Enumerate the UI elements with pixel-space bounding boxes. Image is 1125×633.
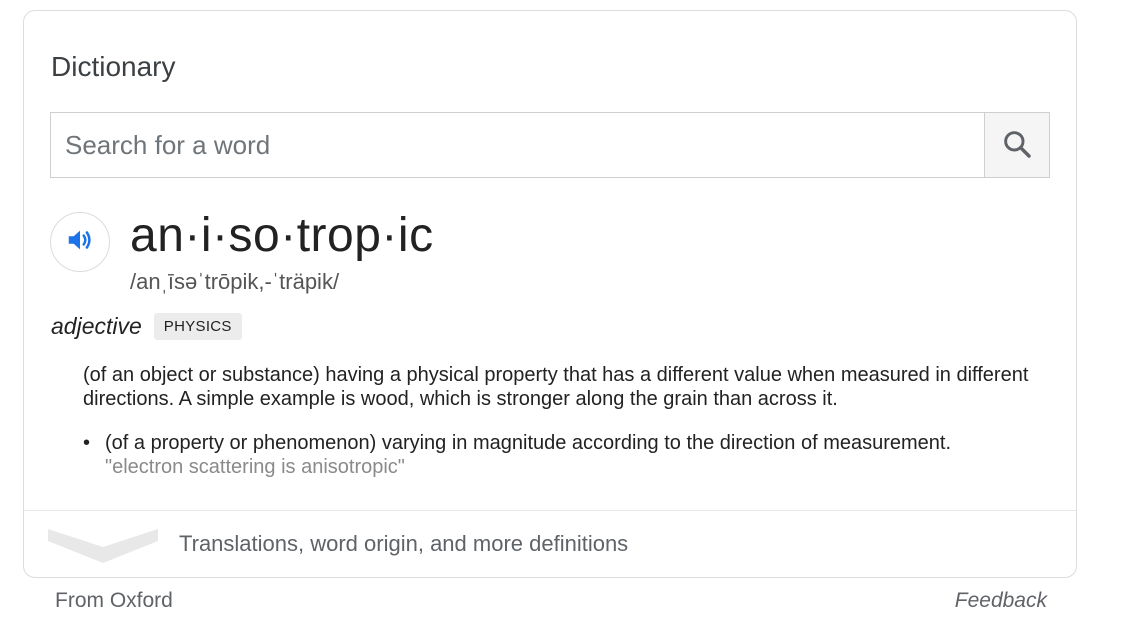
search-icon [1001,128,1033,163]
source-attribution: From Oxford [55,589,173,612]
pronunciation-audio-button[interactable] [50,212,110,272]
dictionary-card: Dictionary an·i·so·trop·ic /anˌīsəˈtrōpi… [23,10,1077,578]
search-input[interactable] [50,112,984,178]
card-title: Dictionary [51,51,176,82]
sub-definition: • (of a property or phenomenon) varying … [83,431,1033,479]
example-sentence: "electron scattering is anisotropic" [105,456,405,478]
sub-definition-body: (of a property or phenomenon) varying in… [105,431,1033,479]
phonetic-spelling: /anˌīsəˈtrōpik,-ˈträpik/ [130,269,340,294]
part-of-speech-row: adjective PHYSICS [51,313,242,340]
headword: an·i·so·trop·ic [130,209,434,262]
chevron-down-icon [48,525,158,570]
more-definitions-label: Translations, word origin, and more defi… [179,531,629,556]
feedback-link[interactable]: Feedback [955,589,1047,613]
definition-text: (of an object or substance) having a phy… [83,364,1029,410]
more-definitions-button[interactable]: Translations, word origin, and more defi… [24,511,1076,578]
search-button[interactable] [984,112,1050,178]
part-of-speech: adjective [51,313,142,339]
search-bar [50,112,1050,178]
sub-definition-text: (of a property or phenomenon) varying in… [105,432,952,454]
bullet: • [83,432,91,454]
speaker-icon [65,225,95,260]
subject-badge: PHYSICS [153,313,242,340]
